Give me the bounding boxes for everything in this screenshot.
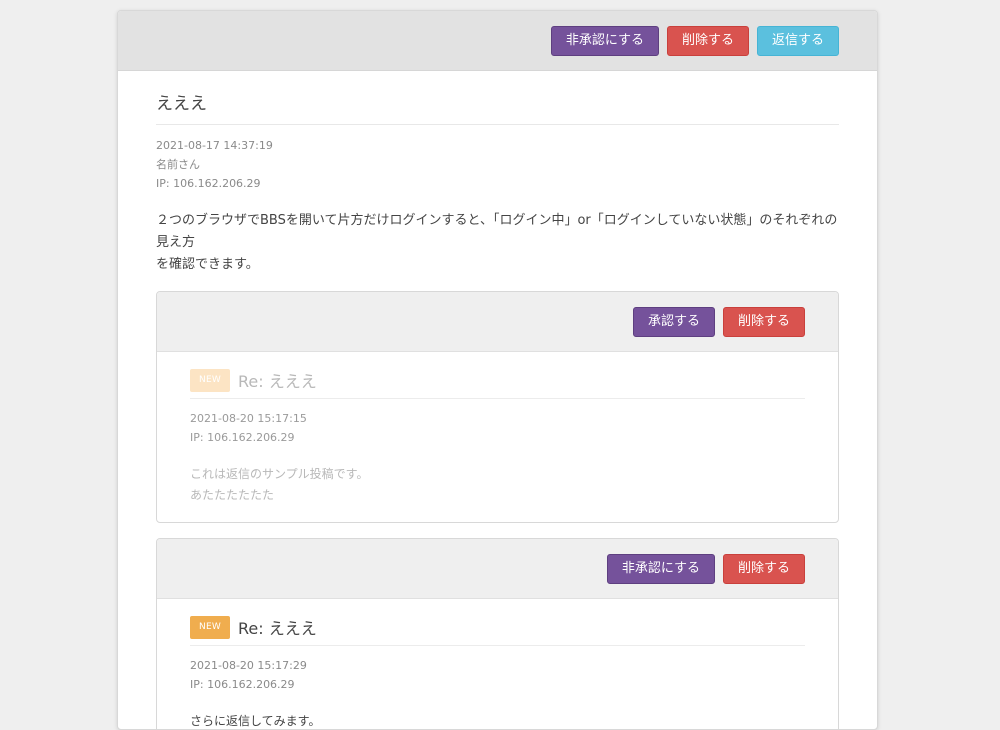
reply-datetime: 2021-08-20 15:17:29	[190, 659, 307, 672]
post-content-line: ２つのブラウザでBBSを開いて片方だけログインすると、「ログイン中」or「ログイ…	[156, 213, 838, 250]
reply-title: Re: えええ	[238, 372, 317, 391]
delete-button[interactable]: 削除する	[722, 306, 805, 337]
post-header-toolbar: 非承認にする 削除する 返信する	[118, 11, 877, 71]
reply-body: NEW Re: えええ 2021-08-20 15:17:29 IP: 106.…	[157, 599, 838, 729]
reply-content-line: これは返信のサンプル投稿です。	[190, 467, 369, 481]
reply-content-line: さらに返信してみます。	[190, 714, 321, 728]
new-badge: NEW	[190, 615, 230, 639]
reply-content: さらに返信してみます。	[190, 711, 805, 729]
reply-header-toolbar: 非承認にする 削除する	[157, 539, 838, 599]
post-datetime: 2021-08-17 14:37:19	[156, 139, 273, 152]
reply-datetime: 2021-08-20 15:17:15	[190, 412, 307, 425]
post-author: 名前さん	[156, 158, 200, 171]
reply-ip: IP: 106.162.206.29	[190, 431, 295, 444]
reply-title: Re: えええ	[238, 619, 317, 638]
post-ip: IP: 106.162.206.29	[156, 177, 261, 190]
reply-content: これは返信のサンプル投稿です。 あたたたたたた	[190, 464, 805, 506]
reply-button[interactable]: 返信する	[756, 25, 839, 56]
reply-card: 承認する 削除する NEW Re: えええ 2021-08-20 15:17:1…	[156, 291, 839, 523]
unapprove-button[interactable]: 非承認にする	[550, 25, 659, 56]
post-panel: 非承認にする 削除する 返信する えええ 2021-08-17 14:37:19…	[117, 10, 878, 730]
delete-button[interactable]: 削除する	[666, 25, 749, 56]
unapprove-button[interactable]: 非承認にする	[606, 553, 715, 584]
reply-ip: IP: 106.162.206.29	[190, 678, 295, 691]
post-title: えええ	[156, 89, 839, 125]
reply-content-line: あたたたたたた	[190, 488, 275, 502]
approve-button[interactable]: 承認する	[632, 306, 715, 337]
reply-title-row: NEW Re: えええ	[190, 615, 805, 646]
post-content-line: を確認できます。	[156, 257, 259, 272]
post-body: えええ 2021-08-17 14:37:19 名前さん IP: 106.162…	[118, 71, 877, 729]
reply-card: 非承認にする 削除する NEW Re: えええ 2021-08-20 15:17…	[156, 538, 839, 729]
reply-body: NEW Re: えええ 2021-08-20 15:17:15 IP: 106.…	[157, 352, 838, 522]
new-badge: NEW	[190, 368, 230, 392]
reply-title-row: NEW Re: えええ	[190, 368, 805, 399]
post-content: ２つのブラウザでBBSを開いて片方だけログインすると、「ログイン中」or「ログイ…	[156, 210, 839, 276]
delete-button[interactable]: 削除する	[722, 553, 805, 584]
reply-header-toolbar: 承認する 削除する	[157, 292, 838, 352]
